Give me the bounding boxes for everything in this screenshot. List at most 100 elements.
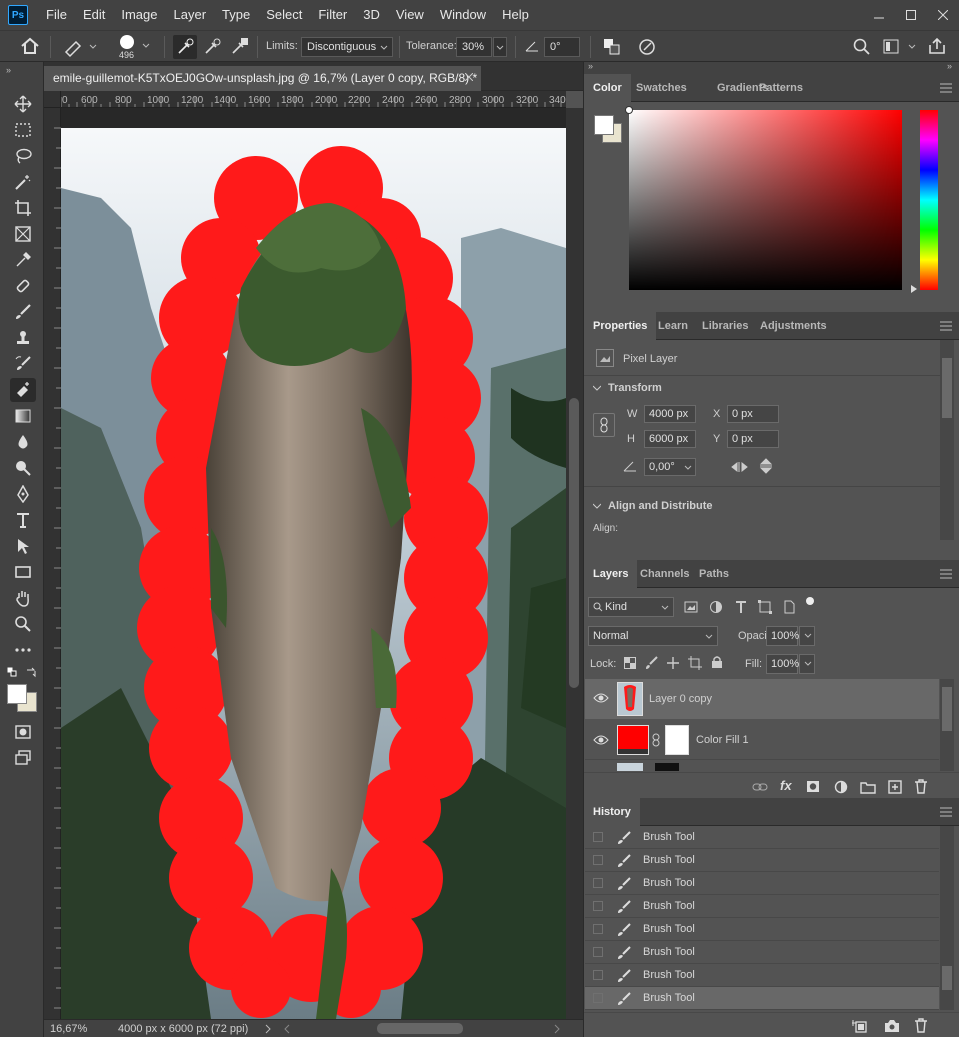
collapse-left-icon[interactable]: »: [588, 61, 593, 71]
rectangle-tool-icon[interactable]: [10, 560, 36, 584]
move-tool-icon[interactable]: [10, 92, 36, 116]
tab-color[interactable]: Color: [584, 74, 631, 102]
lock-transparency-icon[interactable]: [624, 657, 636, 669]
tab-libraries[interactable]: Libraries: [693, 312, 757, 340]
layer-mask-thumbnail[interactable]: [665, 725, 689, 755]
delete-state-icon[interactable]: [914, 1018, 928, 1033]
hand-tool-icon[interactable]: [10, 586, 36, 610]
magic-wand-tool-icon[interactable]: [10, 170, 36, 194]
align-section-title[interactable]: Align and Distribute: [608, 500, 713, 512]
tab-paths[interactable]: Paths: [690, 560, 738, 588]
height-input[interactable]: 6000 px: [644, 430, 696, 448]
tab-adjustments[interactable]: Adjustments: [751, 312, 836, 340]
tab-channels[interactable]: Channels: [631, 560, 699, 588]
layer-row[interactable]: Layer 0 copy: [585, 679, 939, 719]
tab-learn[interactable]: Learn: [649, 312, 697, 340]
home-icon[interactable]: [20, 37, 40, 55]
opacity-input[interactable]: 100%: [766, 626, 799, 646]
mask-link-icon[interactable]: [652, 733, 660, 747]
type-tool-icon[interactable]: [10, 508, 36, 532]
share-icon[interactable]: [928, 37, 946, 55]
protect-foreground-icon[interactable]: [602, 37, 622, 57]
menu-filter[interactable]: Filter: [310, 0, 355, 30]
frame-tool-icon[interactable]: [10, 222, 36, 246]
lock-position-icon[interactable]: [666, 656, 680, 670]
layers-scrollbar[interactable]: [940, 679, 954, 771]
eyedropper-tool-icon[interactable]: [10, 248, 36, 272]
menu-3d[interactable]: 3D: [355, 0, 388, 30]
menu-image[interactable]: Image: [113, 0, 165, 30]
sampling-continuous-icon[interactable]: [173, 35, 197, 59]
scroll-left-icon[interactable]: [284, 1024, 290, 1034]
canvas-vertical-scrollbar[interactable]: [566, 108, 583, 1019]
history-state[interactable]: Brush Tool: [585, 918, 939, 941]
quick-mask-icon[interactable]: [10, 720, 36, 744]
y-input[interactable]: 0 px: [727, 430, 779, 448]
zoom-tool-icon[interactable]: [10, 612, 36, 636]
maximize-button[interactable]: [895, 4, 927, 26]
layer-filter-select[interactable]: Kind: [588, 597, 674, 617]
panel-menu-icon[interactable]: [940, 569, 952, 579]
fill-slider-button[interactable]: [799, 654, 815, 674]
tab-history[interactable]: History: [584, 798, 640, 826]
crop-tool-icon[interactable]: [10, 196, 36, 220]
filter-pixel-icon[interactable]: [684, 600, 698, 614]
history-state[interactable]: Brush Tool: [585, 895, 939, 918]
lock-artboard-icon[interactable]: [688, 656, 702, 670]
link-dimensions-icon[interactable]: [593, 413, 615, 437]
new-document-from-state-icon[interactable]: [852, 1019, 868, 1033]
brush-tool-icon[interactable]: [10, 300, 36, 324]
path-selection-tool-icon[interactable]: [10, 534, 36, 558]
history-state[interactable]: Brush Tool: [585, 826, 939, 849]
menu-type[interactable]: Type: [214, 0, 258, 30]
ruler-origin[interactable]: [44, 91, 61, 108]
minimize-button[interactable]: [863, 4, 895, 26]
history-state[interactable]: Brush Tool: [585, 872, 939, 895]
marquee-tool-icon[interactable]: [10, 118, 36, 142]
history-state[interactable]: Brush Tool: [585, 964, 939, 987]
blend-mode-select[interactable]: Normal: [588, 626, 718, 646]
brush-size-picker[interactable]: 496: [114, 33, 154, 61]
background-eraser-tool-icon[interactable]: [10, 378, 36, 402]
search-icon[interactable]: [853, 38, 871, 56]
lock-all-icon[interactable]: [711, 655, 723, 669]
filter-type-icon[interactable]: [734, 600, 748, 614]
hue-slider[interactable]: [920, 110, 938, 290]
status-menu-arrow-icon[interactable]: [265, 1024, 271, 1034]
layer-row[interactable]: [585, 761, 939, 771]
menu-layer[interactable]: Layer: [166, 0, 215, 30]
flip-vertical-icon[interactable]: [759, 458, 773, 476]
vertical-ruler[interactable]: [44, 108, 61, 1019]
tab-swatches[interactable]: Swatches: [627, 74, 696, 102]
hue-slider-handle[interactable]: [911, 285, 917, 293]
delete-layer-icon[interactable]: [914, 779, 928, 794]
horizontal-scroll-thumb[interactable]: [377, 1023, 463, 1034]
fill-color-thumbnail[interactable]: [617, 725, 649, 755]
default-colors-icon[interactable]: [7, 667, 17, 677]
menu-edit[interactable]: Edit: [75, 0, 113, 30]
pen-tool-icon[interactable]: [10, 482, 36, 506]
lasso-tool-icon[interactable]: [10, 144, 36, 168]
more-tools-icon[interactable]: [10, 638, 36, 662]
menu-view[interactable]: View: [388, 0, 432, 30]
panel-menu-icon[interactable]: [940, 83, 952, 93]
layer-name[interactable]: Layer 0 copy: [649, 693, 712, 705]
chevron-down-icon[interactable]: [593, 384, 601, 392]
layer-row[interactable]: Color Fill 1: [585, 720, 939, 760]
healing-brush-tool-icon[interactable]: [10, 274, 36, 298]
transform-section-title[interactable]: Transform: [608, 382, 662, 394]
color-picker-handle[interactable]: [625, 106, 633, 114]
pressure-size-icon[interactable]: [637, 37, 657, 57]
color-foreground-swatch[interactable]: [594, 115, 614, 135]
link-layers-icon[interactable]: [752, 781, 768, 793]
collapse-toolbar-icon[interactable]: »: [6, 65, 11, 75]
menu-help[interactable]: Help: [494, 0, 537, 30]
zoom-level[interactable]: 16,67%: [50, 1023, 87, 1035]
new-adjustment-layer-icon[interactable]: [834, 780, 848, 794]
close-button[interactable]: [927, 4, 959, 26]
layer-style-icon[interactable]: fx: [780, 778, 792, 793]
opacity-slider-button[interactable]: [799, 626, 815, 646]
color-field[interactable]: [625, 106, 902, 290]
lock-pixels-icon[interactable]: [645, 656, 659, 670]
close-document-icon[interactable]: [465, 73, 473, 81]
